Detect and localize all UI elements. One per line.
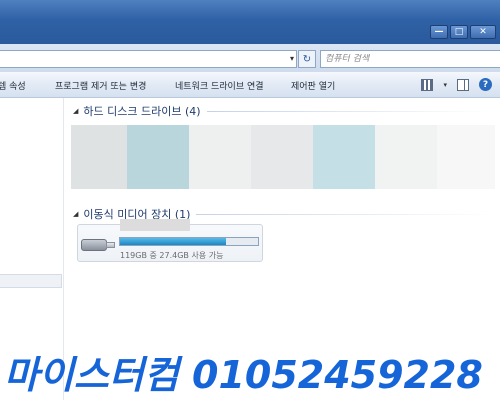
address-dropdown-icon[interactable]: ▾ — [290, 54, 294, 63]
group-divider — [206, 110, 493, 112]
command-bar: 템 속성 프로그램 제거 또는 변경 네트워크 드라이브 연결 제어판 열기 ▾… — [0, 72, 500, 98]
hard-disk-tile[interactable] — [127, 125, 189, 189]
usb-drive-item[interactable]: 119GB 중 27.4GB 사용 가능 — [77, 219, 263, 262]
hard-disk-tile[interactable] — [251, 125, 313, 189]
hard-disk-group-header[interactable]: ◢ 하드 디스크 드라이브 (4) — [73, 103, 493, 119]
help-icon[interactable]: ? — [479, 78, 492, 91]
view-controls: ▾ ? — [421, 78, 492, 91]
usb-usage-fill — [120, 238, 227, 245]
hard-disk-tile[interactable] — [189, 125, 251, 189]
open-control-panel-button[interactable]: 제어판 열기 — [291, 79, 335, 92]
collapse-triangle-icon[interactable]: ◢ — [73, 107, 78, 115]
search-input[interactable] — [325, 54, 475, 64]
hard-disk-tile[interactable] — [313, 125, 375, 189]
hard-disk-drive-list[interactable] — [71, 125, 495, 189]
address-row: ▾ ↻ — [0, 44, 500, 72]
hard-disk-tile[interactable] — [375, 125, 437, 189]
map-network-drive-button[interactable]: 네트워크 드라이브 연결 — [175, 79, 264, 92]
refresh-icon: ↻ — [302, 53, 312, 65]
watermark-text: 마이스터컴 01052459228 — [4, 353, 483, 397]
hard-disk-tile[interactable] — [437, 125, 495, 189]
minimize-button[interactable]: — — [430, 25, 448, 39]
usb-drive-icon — [81, 235, 115, 253]
usb-drive-name-redacted — [120, 219, 190, 231]
view-dropdown-icon[interactable]: ▾ — [443, 81, 447, 89]
close-button[interactable]: ✕ — [470, 25, 496, 39]
uninstall-program-button[interactable]: 프로그램 제거 또는 변경 — [55, 79, 146, 92]
window-titlebar: — □ ✕ — [0, 0, 500, 44]
search-box[interactable] — [320, 50, 500, 68]
hard-disk-group-title: 하드 디스크 드라이브 (4) — [83, 105, 201, 118]
refresh-button[interactable]: ↻ — [298, 50, 316, 68]
window-controls: — □ ✕ — [430, 25, 496, 39]
usb-usage-bar — [119, 237, 259, 246]
maximize-button[interactable]: □ — [450, 25, 468, 39]
group-divider — [196, 213, 493, 215]
preview-pane-icon[interactable] — [457, 78, 469, 91]
usb-capacity-text: 119GB 중 27.4GB 사용 가능 — [120, 251, 224, 260]
change-view-icon[interactable] — [421, 78, 434, 91]
address-bar[interactable]: ▾ — [0, 50, 297, 68]
hard-disk-tile[interactable] — [71, 125, 127, 189]
system-properties-button[interactable]: 템 속성 — [0, 79, 26, 92]
collapse-triangle-icon[interactable]: ◢ — [73, 210, 78, 218]
nav-selected-item[interactable] — [0, 274, 62, 288]
